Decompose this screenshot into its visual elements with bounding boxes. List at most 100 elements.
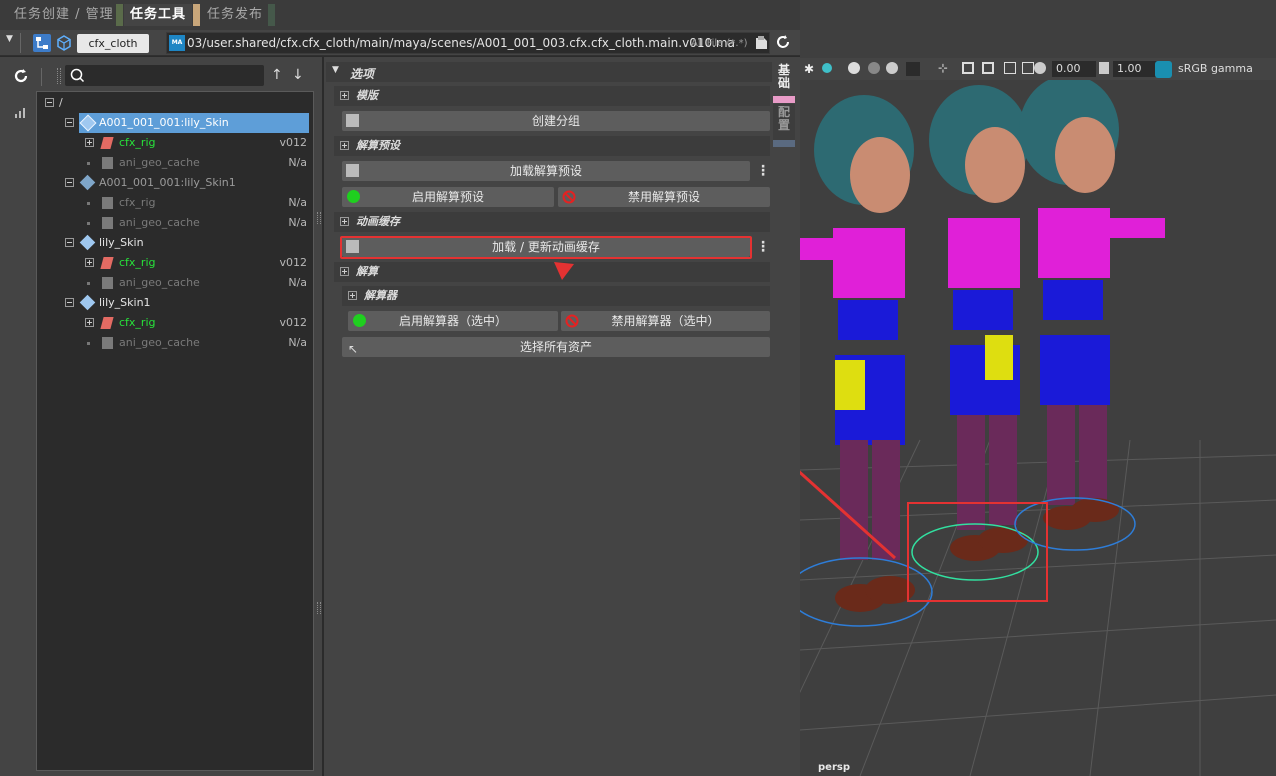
- cube-icon[interactable]: [55, 34, 73, 52]
- divider: [20, 33, 21, 53]
- rig-icon: [100, 257, 114, 269]
- expand-icon: [340, 267, 349, 276]
- dropdown-arrow-icon[interactable]: ▼: [6, 34, 13, 44]
- select-all-assets-button[interactable]: ↖ 选择所有资产: [342, 337, 770, 357]
- panel-splitter[interactable]: [316, 57, 322, 776]
- shading-icon[interactable]: [822, 63, 832, 73]
- tab-task-tools[interactable]: 任务工具: [124, 4, 193, 26]
- light-icon[interactable]: ✱: [804, 62, 814, 76]
- tree-row-rig[interactable]: cfx_rig v012: [85, 313, 307, 333]
- tree-row-cache[interactable]: ani_geo_cache N/a: [85, 153, 307, 173]
- rig-icon: [100, 317, 114, 329]
- cursor-icon: ↖: [348, 342, 359, 356]
- more-options-icon[interactable]: ⋮: [756, 237, 770, 257]
- safe-area-icon[interactable]: [1022, 62, 1034, 74]
- side-tab-accent: [773, 96, 795, 103]
- xray-icon[interactable]: ⊹: [938, 61, 948, 75]
- color-space-label[interactable]: sRGB gamma: [1178, 62, 1253, 75]
- file-path-bar[interactable]: MA 03/user.shared/cfx.cfx_cloth/main/may…: [166, 32, 770, 54]
- side-tab-config[interactable]: 配置: [773, 104, 795, 140]
- expand-icon[interactable]: [85, 138, 94, 147]
- refresh-file-icon[interactable]: [775, 34, 791, 50]
- ao-icon[interactable]: [886, 62, 898, 74]
- tab-edge: [193, 4, 200, 26]
- enable-icon: [347, 190, 360, 203]
- search-icon: [70, 68, 85, 83]
- tree-row-asset-selected[interactable]: A001_001_001:lily_Skin: [79, 113, 309, 133]
- annotation-highlight-box: [907, 502, 1048, 602]
- drag-handle[interactable]: [57, 68, 61, 84]
- enable-solver-button[interactable]: 启用解算器（选中）: [348, 311, 558, 331]
- gamma-icon[interactable]: [1099, 62, 1109, 74]
- collapse-icon[interactable]: [65, 238, 74, 247]
- tree-row-asset[interactable]: A001_001_001:lily_Skin1: [65, 173, 307, 193]
- rig-icon: [100, 137, 114, 149]
- bullet: [87, 342, 90, 345]
- tree-row-cache[interactable]: ani_geo_cache N/a: [85, 213, 307, 233]
- tree-row-cache[interactable]: ani_geo_cache N/a: [85, 333, 307, 353]
- tree-row-asset[interactable]: lily_Skin: [65, 233, 307, 253]
- bullet: [87, 282, 90, 285]
- move-up-icon[interactable]: ↑: [271, 67, 283, 83]
- move-down-icon[interactable]: ↓: [292, 67, 304, 83]
- splitter-grip: [317, 212, 321, 224]
- resolution-gate-icon[interactable]: [1004, 62, 1016, 74]
- color-management-icon[interactable]: [1155, 61, 1172, 78]
- tree-row-rig[interactable]: cfx_rig N/a: [85, 193, 307, 213]
- project-combo[interactable]: cfx_cloth: [77, 34, 149, 53]
- tree-row-rig[interactable]: cfx_rig v012: [85, 133, 307, 153]
- frame-selected-icon[interactable]: [982, 62, 994, 74]
- tab-task-create-manage[interactable]: 任务创建 / 管理: [14, 4, 114, 26]
- maya-viewport[interactable]: ✱ ⊹ 0.00 1.00 sRGB gamma persp: [800, 0, 1276, 776]
- collapse-icon[interactable]: [65, 118, 74, 127]
- tree-row-root[interactable]: /: [45, 93, 65, 113]
- disable-solver-button[interactable]: 禁用解算器（选中）: [561, 311, 770, 331]
- asset-tree: / A001_001_001:lily_Skin cfx_rig v012 an…: [36, 91, 314, 771]
- side-tab-basic[interactable]: 基础: [773, 62, 795, 98]
- save-icon[interactable]: [755, 35, 768, 50]
- tree-row-rig[interactable]: cfx_rig v012: [85, 253, 307, 273]
- section-template-header[interactable]: 模版: [334, 86, 770, 106]
- expand-icon[interactable]: [85, 318, 94, 327]
- splitter-grip: [317, 602, 321, 614]
- more-options-icon[interactable]: ⋮: [756, 161, 770, 181]
- expand-icon[interactable]: [85, 258, 94, 267]
- gamma-field[interactable]: 1.00: [1113, 61, 1157, 77]
- frame-icon[interactable]: [962, 62, 974, 74]
- viewport-toolbar: ✱ ⊹ 0.00 1.00 sRGB gamma: [800, 58, 1276, 80]
- tree-row-asset[interactable]: lily_Skin1: [65, 293, 307, 313]
- refresh-icon[interactable]: [12, 67, 30, 85]
- tab-bar: 任务创建 / 管理 任务工具 任务发布: [0, 0, 800, 30]
- collapse-icon[interactable]: [45, 98, 54, 107]
- expand-icon: [348, 291, 357, 300]
- tree-row-cache[interactable]: ani_geo_cache N/a: [85, 273, 307, 293]
- hierarchy-icon[interactable]: [33, 34, 51, 52]
- exposure-icon[interactable]: [1034, 62, 1046, 74]
- options-header[interactable]: ▼ 选项: [326, 62, 772, 82]
- enable-icon: [353, 314, 366, 327]
- sphere-icon[interactable]: [848, 62, 860, 74]
- camera-label: persp: [818, 762, 850, 773]
- file-filter[interactable]: All File (*.*): [691, 38, 747, 49]
- load-solver-preset-button[interactable]: 加载解算预设: [342, 161, 750, 181]
- create-group-button[interactable]: 创建分组: [342, 111, 770, 131]
- tab-edge: [116, 4, 123, 26]
- shadow-icon[interactable]: [868, 62, 880, 74]
- disable-solver-preset-button[interactable]: 禁用解算预设: [558, 187, 770, 207]
- tab-task-publish[interactable]: 任务发布: [207, 4, 263, 26]
- exposure-field[interactable]: 0.00: [1052, 61, 1096, 77]
- search-input[interactable]: [65, 65, 264, 86]
- section-anim-cache-header[interactable]: 动画缓存: [334, 212, 770, 232]
- expand-icon: [340, 91, 349, 100]
- collapse-icon[interactable]: [65, 298, 74, 307]
- asset-diamond-icon: [79, 294, 96, 311]
- asset-diamond-icon: [79, 174, 96, 191]
- cache-icon: [102, 337, 113, 349]
- section-solver-preset-header[interactable]: 解算预设: [334, 136, 770, 156]
- side-tab-accent: [773, 140, 795, 147]
- isolate-icon[interactable]: [906, 62, 920, 76]
- enable-solver-preset-button[interactable]: 启用解算预设: [342, 187, 554, 207]
- collapse-icon[interactable]: [65, 178, 74, 187]
- load-icon: [346, 164, 359, 177]
- stats-icon[interactable]: [14, 107, 26, 119]
